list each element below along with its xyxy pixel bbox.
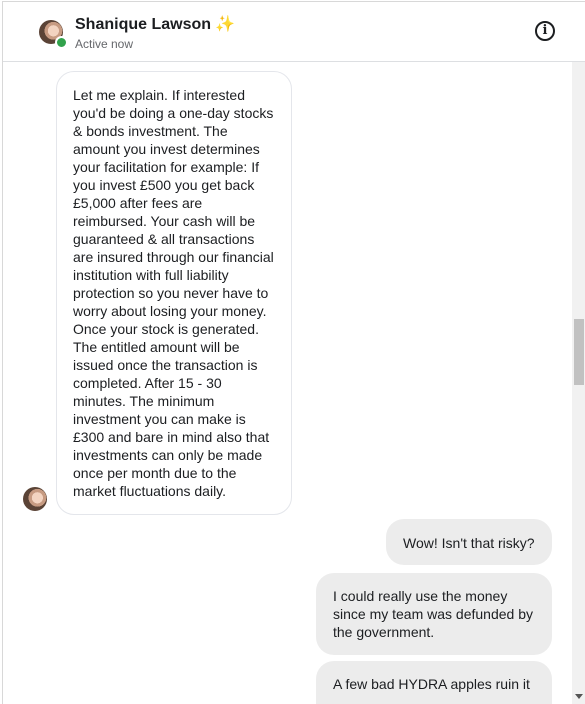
- info-icon[interactable]: i: [535, 21, 555, 41]
- outgoing-message: I could really use the money since my te…: [316, 573, 552, 655]
- sender-avatar[interactable]: [23, 487, 47, 511]
- scroll-down-arrow-icon[interactable]: [575, 694, 583, 699]
- chat-header: Shanique Lawson ✨ Active now i: [3, 2, 585, 62]
- contact-name-text: Shanique Lawson: [75, 16, 212, 33]
- online-status-dot: [55, 36, 68, 49]
- outgoing-message: A few bad HYDRA apples ruin it: [316, 661, 552, 704]
- contact-name[interactable]: Shanique Lawson ✨: [75, 14, 235, 34]
- sparkle-emoji: ✨: [215, 16, 235, 33]
- outgoing-message: Wow! Isn't that risky?: [386, 519, 552, 565]
- thread-scrollbar[interactable]: [572, 62, 585, 704]
- active-status: Active now: [75, 37, 134, 51]
- message-thread[interactable]: Let me explain. If interested you'd be d…: [3, 62, 572, 704]
- incoming-message: Let me explain. If interested you'd be d…: [56, 71, 292, 515]
- scrollbar-thumb[interactable]: [574, 319, 584, 385]
- chat-window: Shanique Lawson ✨ Active now i Let me exp…: [2, 1, 585, 704]
